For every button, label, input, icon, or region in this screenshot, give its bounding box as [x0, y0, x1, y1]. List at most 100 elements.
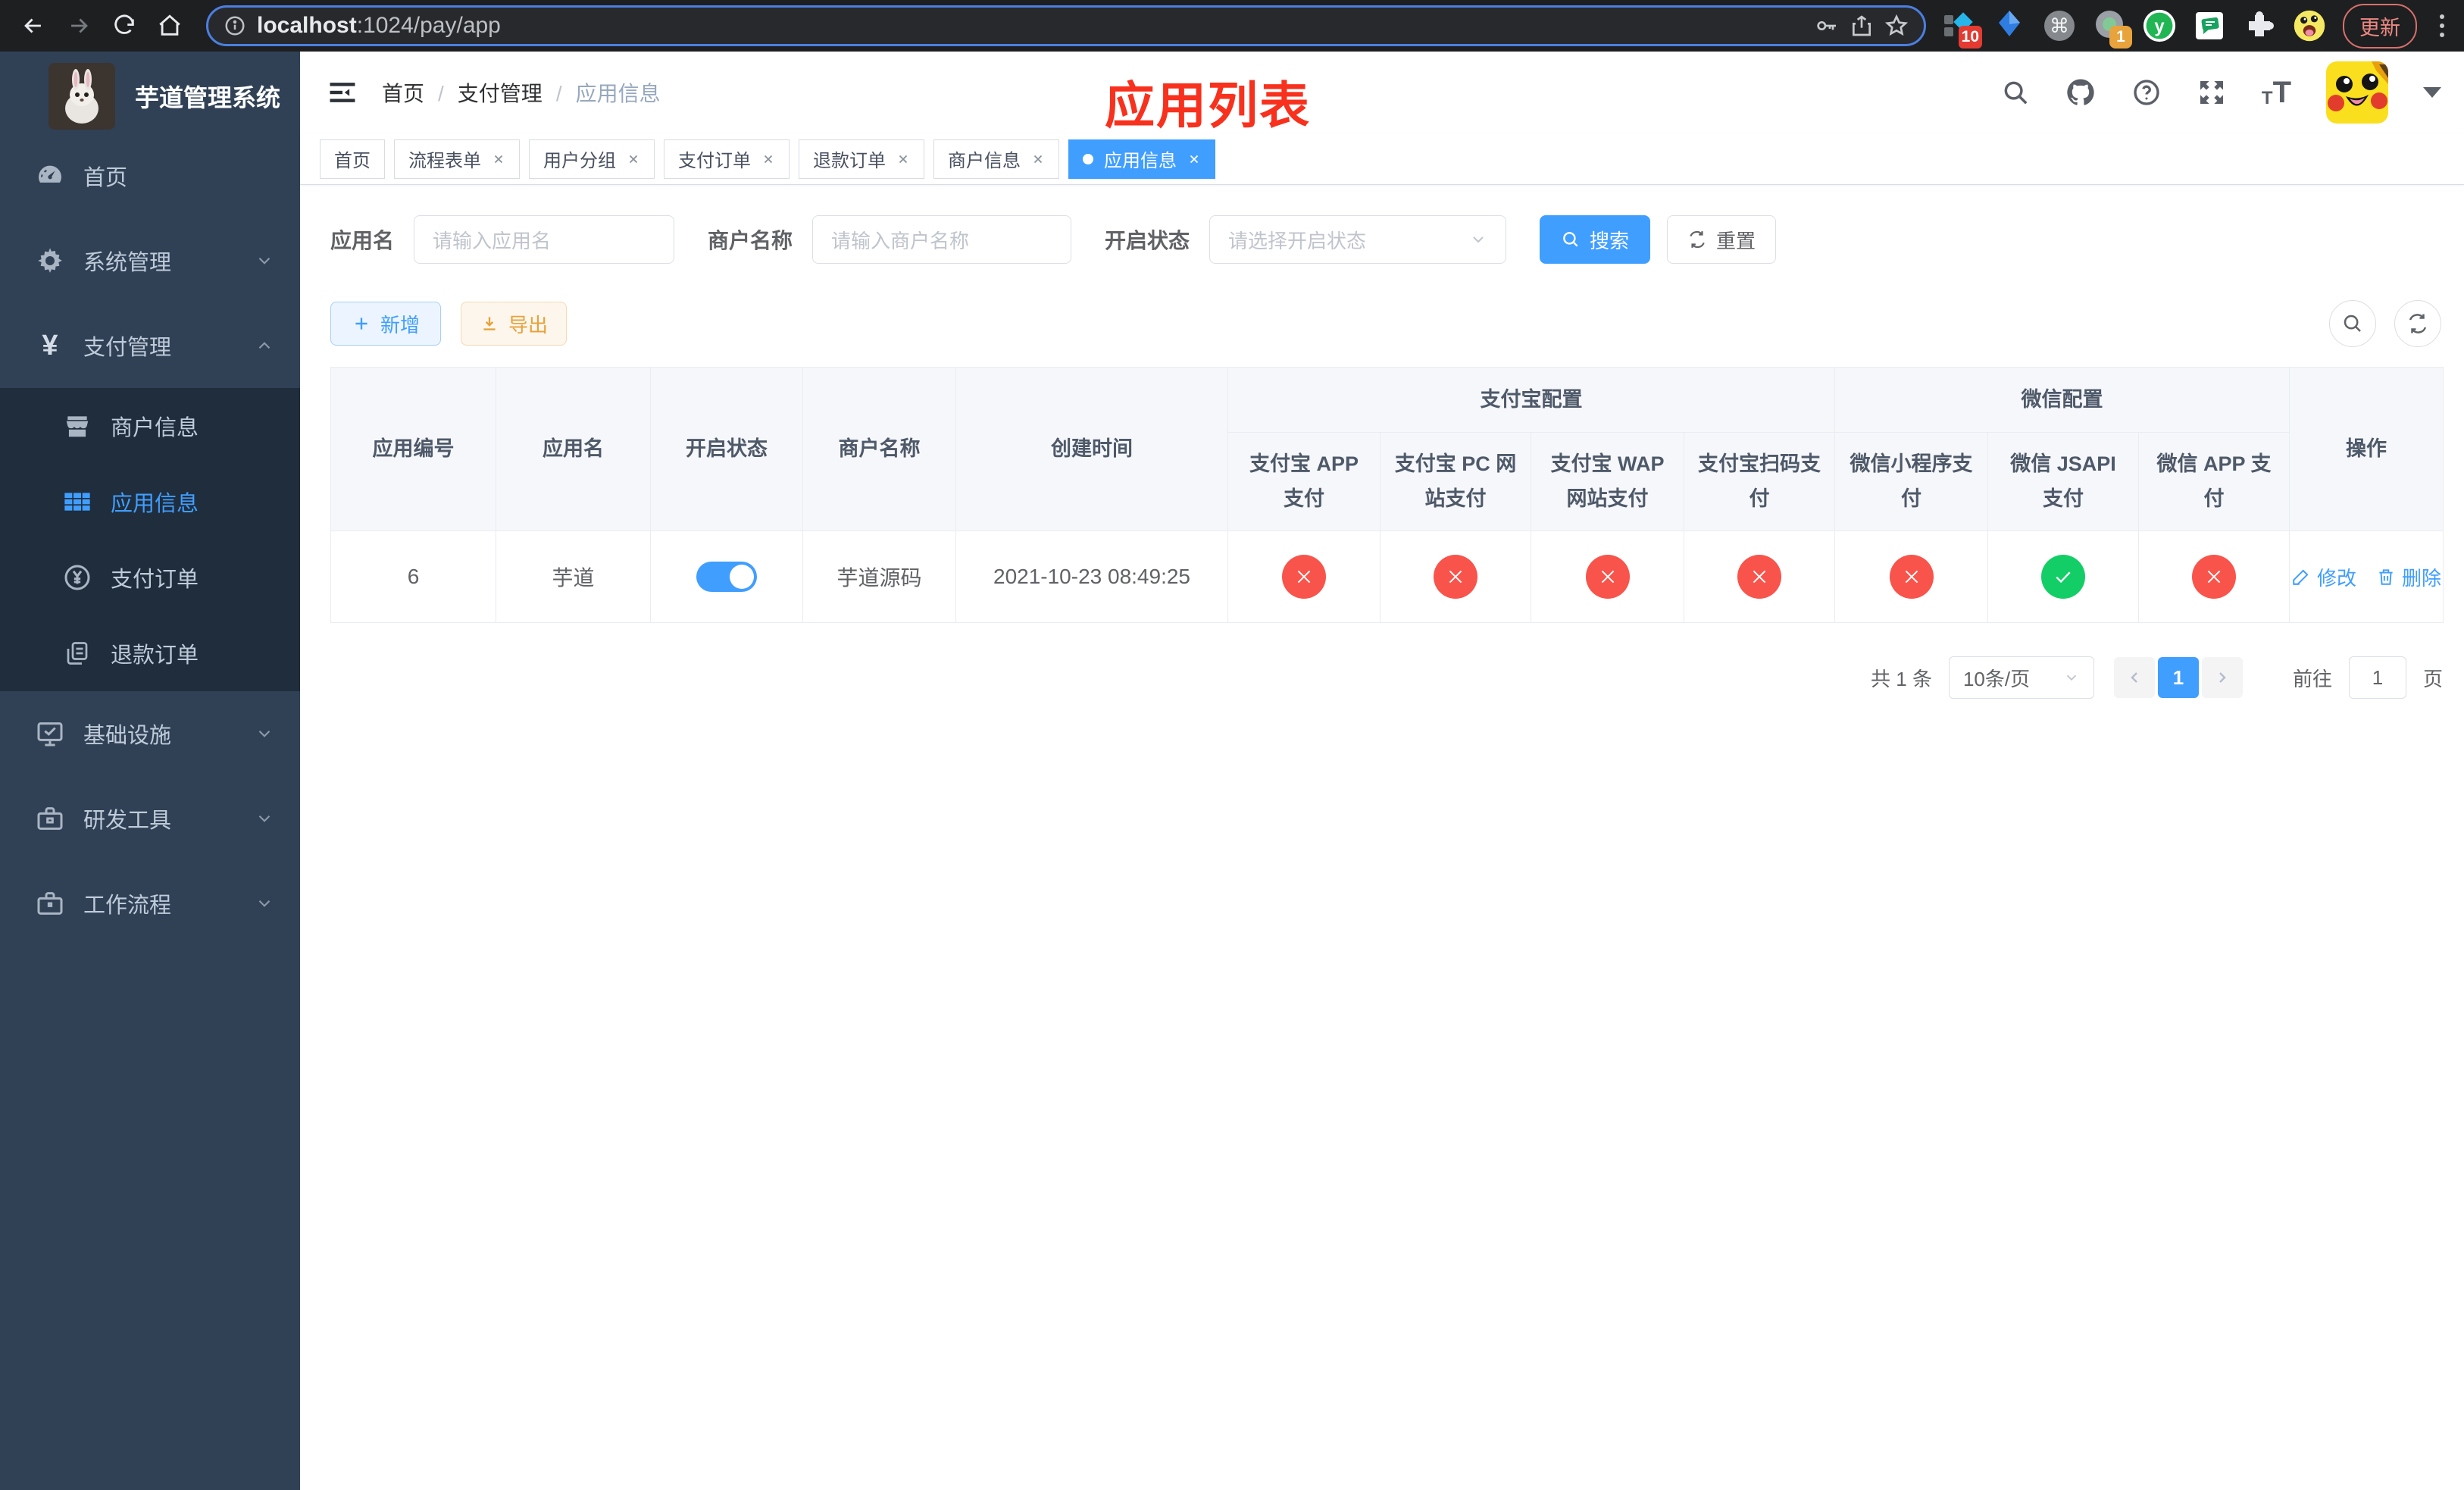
- password-key-icon[interactable]: [1815, 14, 1839, 38]
- extension-tanuki-icon[interactable]: 10: [1943, 9, 1982, 49]
- user-menu-caret-icon[interactable]: [2423, 87, 2441, 98]
- sidebar-item-home[interactable]: 首页: [0, 133, 300, 218]
- breadcrumb-payment[interactable]: 支付管理: [458, 77, 576, 108]
- yen-icon: ¥: [42, 329, 58, 362]
- delete-link[interactable]: 删除: [2376, 563, 2441, 591]
- close-icon[interactable]: [492, 152, 505, 166]
- gear-icon: [33, 246, 67, 276]
- cell-alipay-pc: [1380, 531, 1531, 623]
- close-icon[interactable]: [1187, 152, 1201, 166]
- fullscreen-icon[interactable]: [2197, 77, 2227, 108]
- col-header-alipay-pc: 支付宝 PC 网站支付: [1380, 432, 1531, 531]
- browser-reload-button[interactable]: [105, 6, 144, 45]
- sidebar-item-label: 工作流程: [83, 894, 172, 918]
- page-size-value: 10条/页: [1962, 667, 2031, 690]
- tag-tab-user-group[interactable]: 用户分组: [529, 139, 655, 179]
- prev-page-button[interactable]: [2113, 657, 2155, 698]
- next-page-button[interactable]: [2201, 657, 2243, 698]
- extension-kite-icon[interactable]: [1993, 9, 2026, 42]
- cell-app-name: 芋道: [496, 531, 651, 623]
- cell-actions: 修改 删除: [2289, 531, 2444, 623]
- extensions-puzzle-icon[interactable]: [2243, 9, 2276, 42]
- status-toggle[interactable]: [696, 562, 757, 592]
- toolbox-icon: [33, 803, 67, 834]
- col-header-created: 创建时间: [955, 367, 1228, 531]
- status-off-icon: [1737, 555, 1781, 599]
- share-icon[interactable]: [1850, 14, 1874, 38]
- help-icon[interactable]: [2131, 77, 2162, 108]
- page-number-button[interactable]: 1: [2157, 657, 2199, 698]
- sidebar-item-label: 系统管理: [83, 251, 172, 275]
- goto-page-input[interactable]: [2348, 656, 2406, 699]
- reset-button[interactable]: 重置: [1667, 215, 1777, 264]
- pagination: 共 1 条 10条/页 1 前往 页: [330, 656, 2443, 699]
- sidebar-item-dev-tools[interactable]: 研发工具: [0, 776, 300, 861]
- site-info-icon[interactable]: [224, 14, 246, 37]
- edit-link[interactable]: 修改: [2291, 563, 2356, 591]
- sidebar-collapse-icon[interactable]: [323, 73, 362, 112]
- col-header-wx-app: 微信 APP 支付: [2137, 432, 2290, 531]
- chevron-down-icon: [1469, 230, 1487, 249]
- sidebar-item-label: 研发工具: [83, 809, 172, 833]
- sidebar-item-payment[interactable]: ¥ 支付管理: [0, 303, 300, 388]
- document-copy-icon: [61, 640, 94, 667]
- tag-tab-process-form[interactable]: 流程表单: [394, 139, 520, 179]
- close-icon[interactable]: [896, 152, 910, 166]
- browser-update-button[interactable]: 更新: [2343, 3, 2417, 49]
- tag-tab-merchant-info[interactable]: 商户信息: [933, 139, 1059, 179]
- browser-forward-button[interactable]: [59, 6, 98, 45]
- profile-smiley-avatar[interactable]: [2293, 9, 2326, 42]
- close-icon[interactable]: [761, 152, 775, 166]
- close-icon[interactable]: [627, 152, 640, 166]
- col-header-wx-jsapi: 微信 JSAPI 支付: [1987, 432, 2139, 531]
- col-header-alipay-wap: 支付宝 WAP 网站支付: [1531, 432, 1684, 531]
- sidebar-item-infrastructure[interactable]: 基础设施: [0, 691, 300, 776]
- bookmark-star-icon[interactable]: [1884, 14, 1909, 38]
- svg-text:⌘: ⌘: [2050, 15, 2069, 38]
- sidebar-item-label: 支付管理: [83, 336, 172, 360]
- export-button[interactable]: 导出: [461, 302, 567, 346]
- extension-y-icon[interactable]: y: [2143, 9, 2176, 42]
- add-button[interactable]: 新增: [330, 302, 441, 346]
- address-bar[interactable]: localhost:1024/pay/app: [206, 5, 1926, 46]
- merchant-name-input[interactable]: 请输入商户名称: [812, 215, 1072, 264]
- extension-recorder-icon[interactable]: 1: [2093, 9, 2132, 49]
- sidebar-item-system[interactable]: 系统管理: [0, 218, 300, 303]
- extension-chat-icon[interactable]: [2193, 9, 2226, 42]
- browser-toolbar: localhost:1024/pay/app 10 ⌘ 1 y 更新: [0, 0, 2464, 52]
- refresh-table-button[interactable]: [2394, 300, 2441, 347]
- toggle-search-button[interactable]: [2329, 300, 2376, 347]
- page-size-select[interactable]: 10条/页: [1948, 656, 2094, 699]
- app-name-input[interactable]: 请输入应用名: [414, 215, 675, 264]
- pagination-total: 共 1 条: [1871, 667, 1932, 690]
- col-header-wx-mini: 微信小程序支付: [1834, 432, 1988, 531]
- group-header-wechat: 微信配置: [1834, 367, 2290, 433]
- tab-label: 首页: [334, 151, 371, 171]
- user-avatar-pikachu[interactable]: [2326, 61, 2388, 124]
- extensions-area: 10 ⌘ 1 y 更新: [1943, 3, 2450, 49]
- tag-tab-refund-orders[interactable]: 退款订单: [799, 139, 924, 179]
- tag-tab-pay-orders[interactable]: 支付订单: [664, 139, 790, 179]
- status-select[interactable]: 请选择开启状态: [1209, 215, 1507, 264]
- sidebar-item-merchant-info[interactable]: 商户信息: [0, 388, 300, 464]
- sidebar-item-refund-orders[interactable]: 退款订单: [0, 615, 300, 691]
- sidebar-item-workflow[interactable]: 工作流程: [0, 861, 300, 946]
- github-icon[interactable]: [2065, 77, 2097, 108]
- sidebar-item-label: 支付订单: [111, 568, 199, 592]
- tag-tab-app-info[interactable]: 应用信息: [1068, 139, 1215, 179]
- breadcrumb-home[interactable]: 首页: [382, 77, 458, 108]
- font-size-icon[interactable]: TT: [2262, 77, 2291, 108]
- close-icon[interactable]: [1031, 152, 1045, 166]
- search-button[interactable]: 搜索: [1540, 215, 1651, 264]
- browser-menu-icon[interactable]: [2434, 14, 2450, 37]
- browser-back-button[interactable]: [14, 6, 53, 45]
- extension-command-icon[interactable]: ⌘: [2043, 9, 2076, 42]
- search-icon[interactable]: [2001, 78, 2030, 107]
- sidebar-item-pay-orders[interactable]: 支付订单: [0, 540, 300, 615]
- app-logo-row[interactable]: 芋道管理系统: [0, 52, 300, 133]
- tag-tab-home[interactable]: 首页: [320, 139, 385, 179]
- goto-label: 前往: [2292, 667, 2332, 690]
- browser-home-button[interactable]: [150, 6, 189, 45]
- sidebar-item-app-info[interactable]: 应用信息: [0, 464, 300, 540]
- breadcrumb-app-info: 应用信息: [575, 82, 661, 105]
